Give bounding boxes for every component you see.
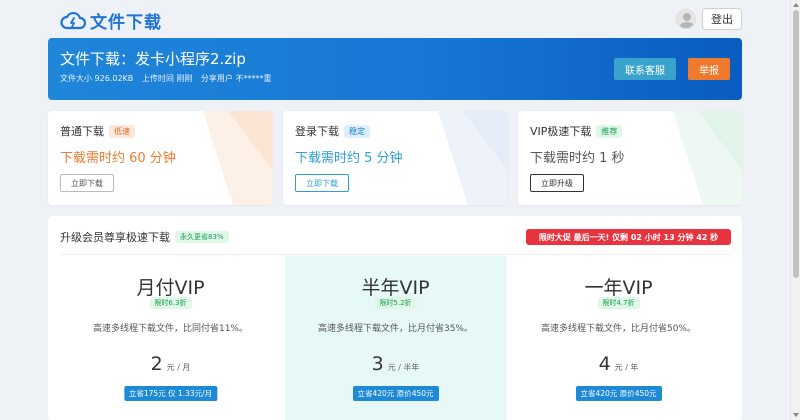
logout-button[interactable]: 登出 (702, 8, 742, 30)
download-now-button[interactable]: 立即下载 (60, 174, 114, 192)
site-logo[interactable]: 文件下载 (60, 8, 162, 33)
plan-description: 高速多线程下载文件，比月付省50%。 (540, 324, 696, 334)
plan-price: 3元 / 半年 (371, 353, 420, 375)
file-title: 文件下载：发卡小程序2.zip (60, 50, 246, 68)
recommend-badge: 推荐 (596, 124, 623, 138)
divider (60, 254, 730, 255)
contact-service-button[interactable]: 联系客服 (614, 58, 676, 80)
vip-section: 升级会员尊享极速下载 永久更省83% 限时大促 最后一天! 仅剩 02 小时 1… (48, 216, 742, 420)
top-bar: 文件下载 登出 (0, 0, 790, 38)
plan-price: 4元 / 年 (598, 353, 639, 375)
plan-save-tag[interactable]: 立省420元 原价450元 (575, 386, 662, 401)
plan-save-tag[interactable]: 立省175元 仅 1.33元/月 (123, 386, 218, 401)
plan-name: 半年VIP (361, 277, 430, 299)
plan-name: 一年VIP (584, 277, 653, 299)
logo-text: 文件下载 (90, 13, 162, 33)
stable-badge: 稳定 (344, 124, 370, 138)
file-upload-time: 上传时间 刚刚 (141, 74, 193, 83)
scrollbar-thumb[interactable] (793, 10, 799, 278)
download-time: 下载需时约 1 秒 (530, 151, 625, 166)
option-name: VIP极速下载 (530, 125, 592, 138)
login-download-card: 登录下载 稳定 下载需时约 5 分钟 立即下载 (283, 111, 508, 205)
vip-download-card: VIP极速下载 推荐 下载需时约 1 秒 立即升级 (518, 111, 743, 205)
plan-discount-badge: 限时5.2折 (374, 297, 417, 309)
promo-countdown-badge: 限时大促 最后一天! 仅剩 02 小时 13 分钟 42 秒 (526, 229, 731, 245)
speed-badge: 低速 (109, 124, 135, 138)
file-size: 文件大小 926.02KB (60, 74, 134, 83)
login-download-button[interactable]: 立即下载 (295, 174, 349, 192)
plan-yearly[interactable]: 一年VIP 限时4.7折 高速多线程下载文件，比月付省50%。 4元 / 年 立… (508, 256, 729, 420)
scroll-down-arrow-icon[interactable] (793, 413, 799, 417)
card-decoration (438, 111, 508, 205)
vip-heading: 升级会员尊享极速下载 (60, 231, 170, 244)
plan-half-year[interactable]: 半年VIP 限时5.2折 高速多线程下载文件，比月付省35%。 3元 / 半年 … (285, 256, 506, 420)
report-button[interactable]: 举报 (688, 58, 730, 80)
avatar[interactable] (676, 9, 696, 29)
cloud-download-icon (60, 11, 86, 29)
plan-monthly[interactable]: 月付VIP 限时6.3折 高速多线程下载文件，比同付省11%。 2元 / 月 立… (60, 256, 281, 420)
upgrade-now-button[interactable]: 立即升级 (530, 174, 584, 192)
plan-description: 高速多线程下载文件，比同付省11%。 (92, 324, 248, 334)
file-banner: 文件下载：发卡小程序2.zip 文件大小 926.02KB 上传时间 刚刚 分享… (48, 38, 742, 100)
card-decoration (673, 111, 743, 205)
file-share-user: 分享用户 不*****重 (200, 74, 272, 83)
plan-discount-badge: 限时4.7折 (597, 297, 640, 309)
scroll-up-arrow-icon[interactable] (793, 3, 799, 7)
plan-name: 月付VIP (136, 277, 205, 299)
download-time: 下载需时约 5 分钟 (295, 151, 403, 166)
plan-save-tag[interactable]: 立省420元 原价450元 (352, 386, 439, 401)
normal-download-card: 普通下载 低速 下载需时约 60 分钟 立即下载 (48, 111, 273, 205)
option-name: 登录下载 (295, 125, 339, 138)
option-name: 普通下载 (60, 125, 104, 138)
vip-save-badge: 永久更省83% (175, 231, 229, 243)
page-scrollbar[interactable] (790, 0, 800, 420)
plan-description: 高速多线程下载文件，比月付省35%。 (317, 324, 473, 334)
plan-discount-badge: 限时6.3折 (149, 297, 192, 309)
card-decoration (203, 111, 273, 205)
plan-price: 2元 / 月 (150, 353, 191, 375)
file-meta: 文件大小 926.02KB 上传时间 刚刚 分享用户 不*****重 (60, 73, 277, 84)
download-time: 下载需时约 60 分钟 (60, 151, 176, 166)
